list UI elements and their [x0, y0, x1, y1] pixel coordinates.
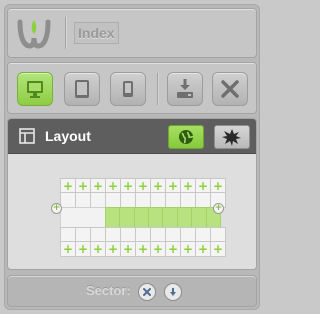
desktop-view-button[interactable] — [17, 72, 53, 106]
empty-cell[interactable] — [105, 192, 121, 208]
sector-footer: Sector: — [7, 275, 257, 307]
sidebar-panel: Index Layout + + + + + + + + + + + + + +… — [4, 4, 260, 310]
empty-cell[interactable] — [165, 192, 181, 208]
app-header: Index — [7, 8, 257, 58]
download-icon — [177, 79, 193, 98]
layout-panel-header: Layout — [8, 119, 256, 154]
device-toolbar — [7, 62, 257, 114]
close-circle-icon — [143, 288, 151, 296]
layout-panel: Layout + + + + + + + + + + + + + + + + +… — [7, 118, 257, 270]
add-cell-button[interactable]: + — [165, 241, 181, 257]
add-cell-button[interactable]: + — [180, 241, 196, 257]
header-divider — [65, 17, 66, 49]
layout-icon — [19, 128, 35, 144]
empty-cell[interactable] — [75, 192, 91, 208]
tablet-view-button[interactable] — [64, 72, 100, 106]
top-empty-row — [60, 192, 226, 208]
left-resize-handle[interactable]: + — [51, 203, 62, 214]
star-icon — [222, 129, 241, 146]
desktop-icon — [27, 81, 43, 98]
add-cell-button[interactable]: + — [90, 241, 106, 257]
add-cell-button[interactable]: + — [120, 241, 136, 257]
add-cell-button[interactable]: + — [75, 241, 91, 257]
add-cell-button[interactable]: + — [195, 241, 211, 257]
right-resize-handle[interactable]: + — [213, 203, 224, 214]
phone-icon — [123, 81, 133, 97]
empty-cell[interactable] — [120, 192, 136, 208]
bottom-empty-row — [60, 227, 226, 243]
add-cell-button[interactable]: + — [210, 241, 226, 257]
w-leaf-logo-icon — [17, 19, 51, 49]
add-cell-button[interactable]: + — [150, 241, 166, 257]
empty-cell[interactable] — [135, 192, 151, 208]
download-button[interactable] — [167, 72, 203, 106]
globe-icon — [179, 130, 194, 144]
empty-cell[interactable] — [195, 192, 211, 208]
globe-button[interactable] — [168, 125, 204, 149]
bottom-add-row: + + + + + + + + + + + — [60, 241, 226, 257]
add-cell-button[interactable]: + — [60, 241, 76, 257]
sector-label: Sector: — [86, 283, 131, 298]
tablet-icon — [75, 80, 89, 98]
add-cell-button[interactable]: + — [135, 241, 151, 257]
empty-cell[interactable] — [90, 192, 106, 208]
sector-move-down-button[interactable] — [164, 283, 182, 301]
close-icon — [221, 80, 239, 98]
phone-view-button[interactable] — [110, 72, 146, 106]
layout-title: Layout — [45, 128, 91, 144]
toolbar-divider — [157, 73, 158, 105]
arrow-down-circle-icon — [170, 288, 176, 296]
sector-remove-button[interactable] — [138, 283, 156, 301]
close-button[interactable] — [212, 72, 248, 106]
page-title[interactable]: Index — [74, 22, 119, 44]
empty-cell[interactable] — [150, 192, 166, 208]
empty-cell[interactable] — [60, 192, 76, 208]
empty-cell[interactable] — [180, 192, 196, 208]
settings-button[interactable] — [214, 125, 250, 149]
top-add-row: + + + + + + + + + + + — [60, 178, 226, 194]
add-cell-button[interactable]: + — [105, 241, 121, 257]
